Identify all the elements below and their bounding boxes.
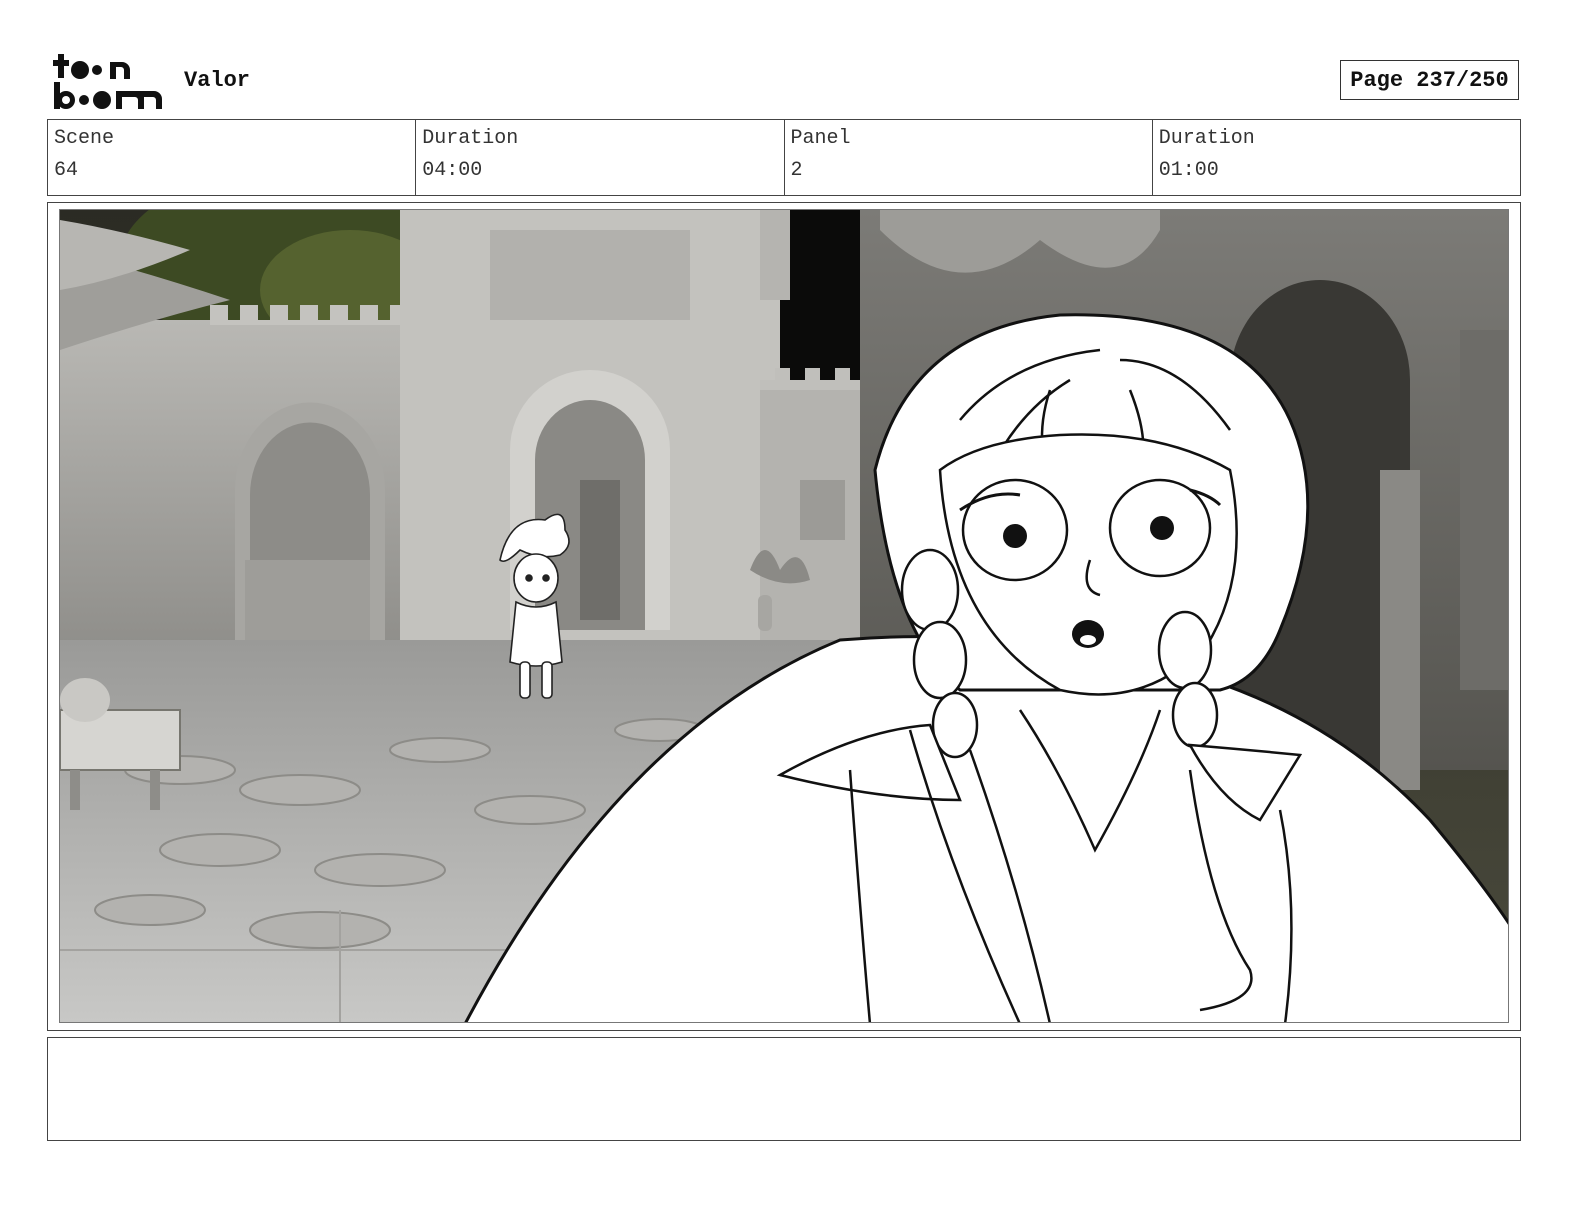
panel-duration-cell: Duration 01:00 xyxy=(1153,120,1520,195)
scene-duration-value: 04:00 xyxy=(422,159,483,182)
page-number: Page 237/250 xyxy=(1340,60,1519,100)
project-title: Valor xyxy=(184,68,251,93)
scene-duration-cell: Duration 04:00 xyxy=(416,120,785,195)
courtyard-scene-illustration xyxy=(60,210,1508,1022)
toonboom-logo-mark xyxy=(53,54,162,109)
panel-value: 2 xyxy=(790,159,803,182)
panel-duration-label: Duration xyxy=(1158,127,1255,150)
scene-duration-label: Duration xyxy=(422,127,519,150)
panel-label: Panel xyxy=(790,127,851,150)
toonboom-logo xyxy=(52,50,164,112)
scene-value: 64 xyxy=(54,159,79,182)
scene-cell: Scene 64 xyxy=(48,120,417,195)
storyboard-panel-image xyxy=(59,209,1509,1023)
scene-label: Scene xyxy=(54,127,115,150)
panel-duration-value: 01:00 xyxy=(1158,159,1219,182)
scene-info-table: Scene 64 Duration 04:00 Panel 2 Duration… xyxy=(47,119,1521,196)
panel-cell: Panel 2 xyxy=(785,120,1153,195)
panel-notes-box xyxy=(47,1037,1521,1141)
